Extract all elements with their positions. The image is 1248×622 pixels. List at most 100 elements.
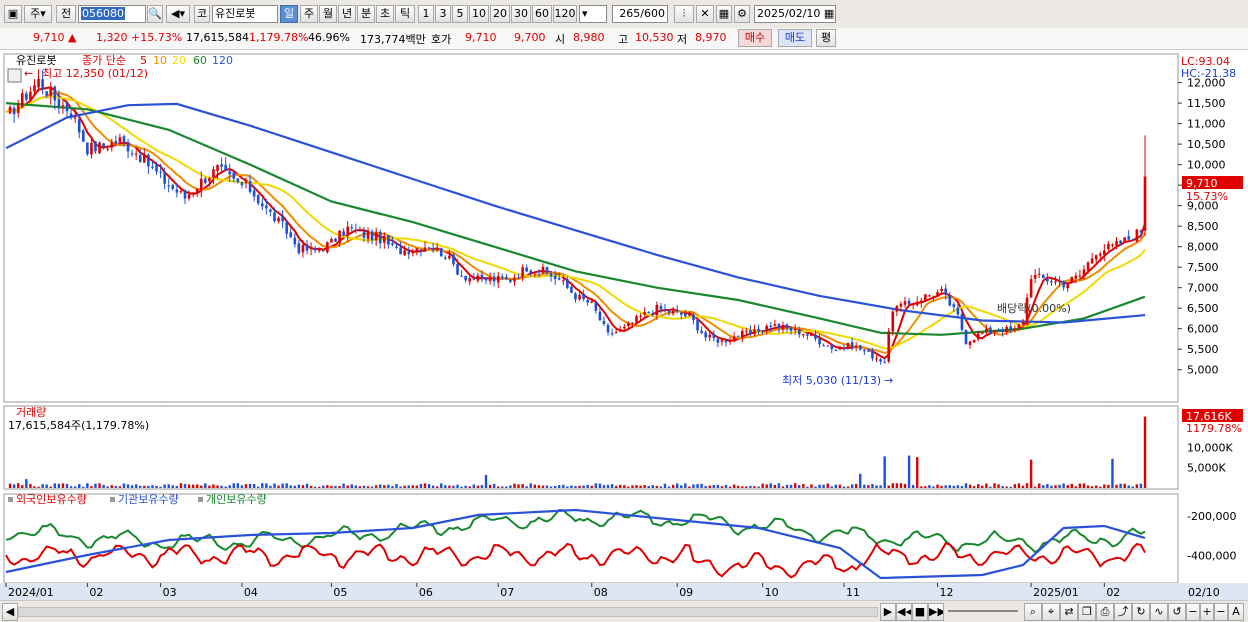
volume-bar xyxy=(1025,483,1029,488)
minute-60-button[interactable]: 60 xyxy=(532,5,552,23)
period-minute-button[interactable]: 분 xyxy=(357,5,375,23)
candle-body xyxy=(20,93,24,108)
count-input[interactable]: 265/600 xyxy=(612,5,668,23)
save-icon[interactable]: ▦ xyxy=(716,5,732,23)
candle-icon[interactable]: ⫶ xyxy=(674,5,694,23)
minute-120-button[interactable]: 120 xyxy=(553,5,577,23)
code-input[interactable]: 056080 xyxy=(78,5,146,23)
holding-legend-0: 외국인보유수량 xyxy=(16,493,87,506)
holding-legend-2: 개인보유수량 xyxy=(206,493,267,506)
stop-icon[interactable]: ■ xyxy=(912,603,928,621)
volume-bar xyxy=(863,484,866,488)
prev-button[interactable]: 전 xyxy=(56,5,76,23)
volume-bar xyxy=(501,486,504,488)
calendar-icon xyxy=(7,68,22,83)
volume-bar xyxy=(257,486,260,488)
period-second-button[interactable]: 초 xyxy=(376,5,394,23)
sell-button[interactable]: 매도 xyxy=(778,29,812,47)
minute-10-button[interactable]: 10 xyxy=(469,5,489,23)
candle-body xyxy=(667,310,671,313)
eval-button[interactable]: 평 xyxy=(816,29,836,47)
minute-30-button[interactable]: 30 xyxy=(511,5,531,23)
volume-bar xyxy=(692,484,695,488)
volume-bar xyxy=(330,486,333,488)
candle-body xyxy=(134,153,138,155)
gear-icon[interactable]: ⚙ xyxy=(734,5,750,23)
period-tick-button[interactable]: 틱 xyxy=(395,5,415,23)
candle-body xyxy=(655,304,659,315)
copy-icon[interactable]: ❐ xyxy=(1078,603,1096,621)
volume-bar xyxy=(680,485,683,488)
reset-icon[interactable]: ↺ xyxy=(1168,603,1186,621)
candle-body xyxy=(277,217,280,222)
stock-chart[interactable]: 2024/01 02 03 04 05 06 07 08 09 10 11 12 2025/01 02 02… xyxy=(0,50,1248,600)
volume-bar xyxy=(590,485,593,488)
minute-20-button[interactable]: 20 xyxy=(490,5,510,23)
candle-body xyxy=(448,255,451,259)
refresh-icon[interactable]: ↻ xyxy=(1132,603,1150,621)
candle-body xyxy=(553,275,557,279)
crosshair-icon[interactable]: ✕ xyxy=(696,5,714,23)
volume-bar xyxy=(139,485,142,488)
candle-body xyxy=(435,247,439,250)
minute-3-button[interactable]: 3 xyxy=(435,5,451,23)
volume-bar xyxy=(541,485,545,488)
period-year-button[interactable]: 년 xyxy=(338,5,356,23)
candle-body xyxy=(16,105,20,114)
scroll-left-icon[interactable]: ◀ xyxy=(2,603,18,621)
candle-body xyxy=(484,277,488,281)
volume-bar xyxy=(883,456,886,488)
volume-bar xyxy=(1086,485,1090,488)
stock-name[interactable]: 유진로봇 xyxy=(212,5,278,23)
layout-icon[interactable]: ▣ xyxy=(4,5,22,23)
period-week-button[interactable]: 주 xyxy=(300,5,318,23)
play-icon[interactable]: ▶ xyxy=(880,603,896,621)
zoom-slider[interactable] xyxy=(948,610,1018,612)
volume-bar xyxy=(191,484,195,488)
candle-body xyxy=(700,330,703,334)
minute-1-button[interactable]: 1 xyxy=(418,5,434,23)
minus-icon[interactable]: − xyxy=(1214,603,1228,621)
export-icon[interactable]: ⤴ xyxy=(1114,603,1132,621)
minute-5-button[interactable]: 5 xyxy=(452,5,468,23)
volume-bar xyxy=(846,486,850,488)
volume-bar xyxy=(452,485,455,488)
prev-page-icon[interactable]: ◀◀ xyxy=(896,603,912,621)
draw-tool-icon[interactable]: ⌖ xyxy=(1042,603,1060,621)
custom-period-input[interactable]: ▾ xyxy=(579,5,607,23)
volume-bar xyxy=(1001,486,1004,488)
zoom-tool-icon[interactable]: ⌕ xyxy=(1024,603,1042,621)
period-month-button[interactable]: 월 xyxy=(319,5,337,23)
candle-body xyxy=(777,323,781,329)
zoom-in-icon[interactable]: + xyxy=(1200,603,1214,621)
volume-bar xyxy=(460,486,463,488)
compare-icon[interactable]: ⇄ xyxy=(1060,603,1078,621)
sound-icon[interactable]: ◀▾ xyxy=(166,5,190,23)
volume-bar xyxy=(708,485,711,488)
volume-bar xyxy=(1021,485,1025,488)
buy-button[interactable]: 매수 xyxy=(738,29,772,47)
volume-bar xyxy=(916,457,919,488)
print-icon[interactable]: ⎙ xyxy=(1096,603,1114,621)
search-icon[interactable]: 🔍 xyxy=(147,5,163,23)
volume-bar xyxy=(1054,485,1057,488)
volume-bar xyxy=(822,484,825,488)
candle-body xyxy=(976,333,980,340)
candle-body xyxy=(521,267,524,277)
zoom-out-icon[interactable]: − xyxy=(1186,603,1200,621)
date-input[interactable]: 2025/02/10 ▦ xyxy=(754,5,836,23)
high-value: 10,530 xyxy=(635,31,674,44)
kind-button[interactable]: 코 xyxy=(194,5,210,23)
volume-bar xyxy=(842,486,846,488)
indicator-icon[interactable]: ∿ xyxy=(1150,603,1168,621)
candle-body xyxy=(1094,255,1098,260)
font-size-icon[interactable]: A xyxy=(1228,603,1244,621)
quote-bar: 9,710 ▲ 1,320 +15.73% 17,615,584 1,179.7… xyxy=(0,28,1248,50)
candle-body xyxy=(578,295,581,300)
volume-bar xyxy=(285,483,288,488)
market-select[interactable]: 주▾ xyxy=(24,5,52,23)
candle-body xyxy=(248,181,252,192)
period-day-button[interactable]: 일 xyxy=(280,5,298,23)
scrollbar[interactable] xyxy=(18,607,878,617)
next-page-icon[interactable]: ▶▶ xyxy=(928,603,944,621)
